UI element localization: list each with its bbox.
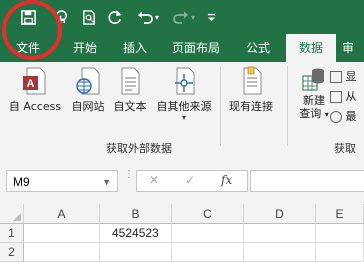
name-box[interactable]: M9 ▼ [6, 170, 118, 192]
cell-B2[interactable] [100, 243, 172, 262]
from-access-button[interactable]: A 自 Access [6, 66, 64, 114]
show-queries-button[interactable]: 显 [330, 68, 357, 88]
cell-A1[interactable] [24, 224, 100, 243]
new-query-label-line1: 新建 [303, 94, 325, 107]
select-all-icon [13, 213, 21, 221]
undo-dropdown-icon[interactable]: ▾ [152, 6, 162, 28]
chevron-down-icon: ▾ [181, 113, 186, 122]
tab-data[interactable]: 数据 [286, 34, 336, 62]
cell-E2[interactable] [316, 243, 364, 262]
clock-icon [330, 111, 342, 123]
from-access-label: 自 Access [8, 100, 62, 113]
column-header[interactable]: D [244, 204, 316, 224]
new-query-icon [301, 66, 327, 92]
svg-text:A: A [27, 78, 35, 90]
tab-home[interactable]: 开始 [60, 34, 110, 62]
from-table-label: 从 [345, 90, 357, 103]
from-web-label: 自网站 [71, 100, 105, 113]
worksheet-grid: A B C D E 1 2 4524523 [0, 204, 364, 262]
redo-circle-icon[interactable] [104, 6, 126, 28]
new-query-button[interactable]: 新建 查询 ▾ [294, 66, 334, 121]
cell-C2[interactable] [172, 243, 244, 262]
column-header[interactable]: E [316, 204, 364, 224]
tab-insert[interactable]: 插入 [112, 34, 158, 62]
cell-D1[interactable] [244, 224, 316, 243]
from-text-label: 自文本 [113, 100, 147, 113]
ribbon-separator [287, 66, 288, 146]
from-other-sources-label: 自其他来源 [156, 100, 212, 113]
cell-C1[interactable] [172, 224, 244, 243]
cell-B1[interactable]: 4524523 [100, 224, 172, 243]
ribbon-separator [220, 66, 221, 146]
insert-function-icon[interactable]: fx [221, 173, 232, 187]
print-preview-icon[interactable] [78, 6, 100, 28]
tab-page-layout[interactable]: 页面布局 [164, 34, 228, 62]
table-icon [330, 91, 342, 103]
cell-E1[interactable] [316, 224, 364, 243]
existing-connections-icon [238, 66, 264, 96]
column-header[interactable]: C [172, 204, 244, 224]
cancel-icon[interactable]: ✕ [149, 173, 159, 187]
get-external-data-group-label: 获取外部数据 [106, 142, 172, 155]
cell-A2[interactable] [24, 243, 100, 262]
other-sources-icon [171, 66, 197, 96]
annotation-circle [2, 0, 62, 60]
show-queries-label: 显 [345, 70, 357, 83]
from-other-sources-button[interactable]: 自其他来源 ▾ [152, 66, 216, 122]
customize-qat-icon[interactable] [204, 6, 218, 28]
formula-input[interactable] [250, 170, 364, 192]
resize-handle-icon[interactable]: ⋮ [124, 170, 134, 190]
tab-formulas[interactable]: 公式 [236, 34, 280, 62]
row-header[interactable]: 1 [0, 224, 24, 243]
chevron-down-icon[interactable]: ▼ [102, 171, 111, 193]
text-file-icon [117, 66, 143, 96]
redo-dropdown-icon[interactable]: ▾ [188, 6, 198, 28]
chevron-down-icon: ▾ [324, 110, 329, 119]
column-header[interactable]: A [24, 204, 100, 224]
from-text-button[interactable]: 自文本 [110, 66, 150, 114]
table-icon [330, 71, 342, 83]
column-header[interactable]: B [100, 204, 172, 224]
new-query-label-line2: 查询 [299, 107, 322, 120]
recent-sources-button[interactable]: 最 [330, 108, 357, 128]
tab-review[interactable]: 审 [342, 34, 364, 62]
recent-sources-label: 最 [345, 110, 357, 123]
select-all-corner[interactable] [0, 204, 24, 224]
enter-icon[interactable]: ✓ [185, 173, 195, 187]
web-page-icon [75, 66, 101, 96]
name-box-value: M9 [13, 175, 30, 189]
ribbon-data: A 自 Access 自网站 自文本 自其他来源 ▾ 现有连接 获取外部数据 新… [0, 62, 364, 171]
row-header[interactable]: 2 [0, 243, 24, 262]
from-web-button[interactable]: 自网站 [68, 66, 108, 114]
query-small-buttons: 显 从 最 [330, 68, 357, 128]
existing-connections-label: 现有连接 [229, 100, 273, 113]
formula-buttons: ✕ ✓ fx [136, 170, 248, 192]
cell-D2[interactable] [244, 243, 316, 262]
existing-connections-button[interactable]: 现有连接 [224, 66, 278, 114]
from-table-button[interactable]: 从 [330, 88, 357, 108]
formula-bar: M9 ▼ ⋮ ✕ ✓ fx [0, 158, 364, 204]
access-database-icon: A [22, 66, 48, 96]
